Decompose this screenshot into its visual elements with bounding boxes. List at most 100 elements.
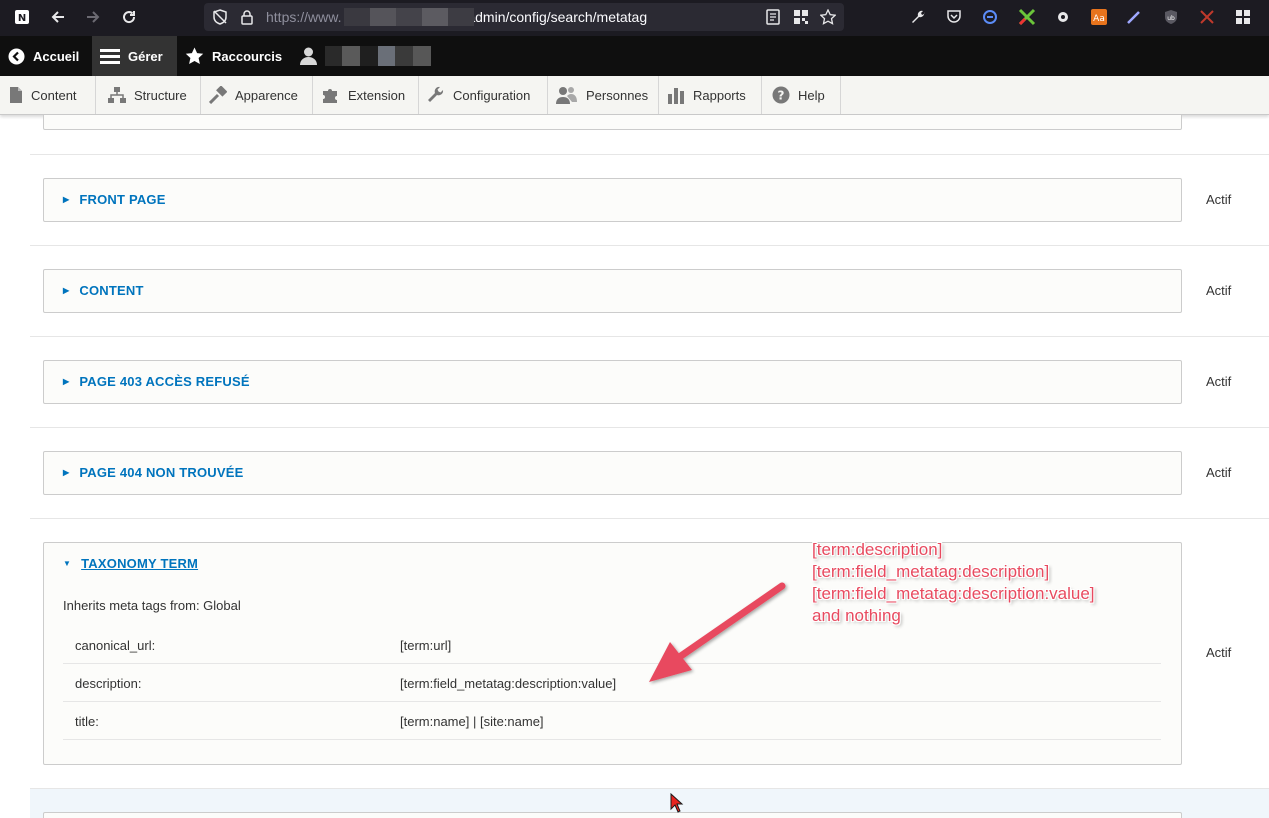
sidebar-icon[interactable]: N	[14, 9, 30, 28]
extension-orange-icon[interactable]: Aa	[1090, 8, 1108, 29]
expand-triangle-icon: ▶	[63, 377, 70, 386]
lock-icon[interactable]	[240, 9, 254, 28]
qr-code-icon[interactable]	[793, 9, 809, 28]
annotation-line: [term:field_metatag:description]	[812, 562, 1050, 581]
toolbar-user[interactable]	[300, 36, 431, 76]
menu-appearance[interactable]: Apparence	[201, 76, 313, 114]
section-page-403-title[interactable]: PAGE 403 ACCÈS REFUSÉ	[79, 374, 249, 389]
menu-structure[interactable]: Structure	[96, 76, 201, 114]
section-taxonomy-term-title[interactable]: TAXONOMY TERM	[81, 556, 198, 571]
annotation-arrow	[649, 582, 786, 682]
inherits-note: Inherits meta tags from: Global	[63, 598, 241, 613]
annotation-line: [term:description]	[812, 540, 943, 559]
hamburger-icon	[100, 48, 120, 64]
user-icon	[300, 47, 317, 65]
menu-people[interactable]: Personnes	[548, 76, 659, 114]
annotation-note: [term:description] [term:field_metatag:d…	[812, 539, 1095, 627]
section-page-403-status: Actif	[1206, 374, 1232, 389]
menu-content[interactable]: Content	[0, 76, 96, 114]
expand-triangle-icon: ▶	[63, 195, 70, 204]
metatag-overview: ▶ FRONT PAGE Actif ▶ CONTENT Actif ▶ PAG…	[0, 115, 1269, 818]
menu-appearance-label: Apparence	[235, 87, 298, 103]
extension-green-icon[interactable]	[1018, 8, 1036, 29]
extension-blue-icon[interactable]	[982, 9, 998, 28]
menu-configuration-label: Configuration	[453, 87, 531, 103]
help-icon: ?	[772, 86, 790, 104]
section-content[interactable]: ▶ CONTENT	[43, 269, 1182, 313]
section-content-summary[interactable]: ▶ CONTENT	[63, 283, 144, 298]
meta-tag-name: title:	[75, 714, 99, 729]
puzzle-icon	[322, 86, 340, 104]
toolbar-manage-label: Gérer	[128, 48, 163, 64]
toolbar-shortcuts-label: Raccourcis	[212, 48, 283, 64]
section-page-403-summary[interactable]: ▶ PAGE 403 ACCÈS REFUSÉ	[63, 374, 250, 389]
gear-extension-icon[interactable]	[1055, 9, 1071, 28]
menu-configuration[interactable]: Configuration	[419, 76, 548, 114]
back-icon[interactable]	[49, 8, 67, 29]
table-row: title: [term:name] | [site:name]	[63, 702, 1161, 740]
toolbar-home[interactable]: Accueil	[8, 36, 79, 76]
toolbar-manage[interactable]: Gérer	[92, 36, 177, 76]
admin-toolbar: Accueil Gérer Raccourcis	[0, 36, 1269, 76]
eyedropper-icon[interactable]	[1126, 9, 1142, 28]
svg-text:Aa: Aa	[1093, 14, 1105, 24]
menu-reports[interactable]: Rapports	[659, 76, 762, 114]
expand-triangle-icon: ▶	[63, 468, 70, 477]
menu-people-label: Personnes	[586, 87, 649, 103]
pocket-icon[interactable]	[946, 9, 962, 28]
menu-structure-label: Structure	[134, 87, 187, 103]
row-divider	[30, 518, 1269, 519]
row-divider	[30, 154, 1269, 155]
section-front-page-title[interactable]: FRONT PAGE	[79, 192, 165, 207]
svg-text:N: N	[18, 13, 26, 24]
mouse-cursor-icon	[670, 793, 684, 813]
section-page-403[interactable]: ▶ PAGE 403 ACCÈS REFUSÉ	[43, 360, 1182, 404]
reload-icon[interactable]	[120, 8, 138, 29]
forward-icon[interactable]	[84, 8, 102, 29]
section-front-page-status: Actif	[1206, 192, 1232, 207]
section-next[interactable]	[43, 812, 1182, 818]
section-taxonomy-term-status: Actif	[1206, 645, 1232, 660]
section-page-404-summary[interactable]: ▶ PAGE 404 NON TROUVÉE	[63, 465, 244, 480]
expand-triangle-icon: ▶	[63, 286, 70, 295]
extension-red-icon[interactable]	[1199, 9, 1215, 28]
menu-help[interactable]: ? Help	[762, 76, 841, 114]
section-content-title[interactable]: CONTENT	[79, 283, 143, 298]
collapse-triangle-icon: ▼	[63, 559, 72, 568]
section-page-404-status: Actif	[1206, 465, 1232, 480]
section-page-404[interactable]: ▶ PAGE 404 NON TROUVÉE	[43, 451, 1182, 495]
url-path: /admin/config/search/metatag	[463, 9, 648, 25]
meta-tag-value: [term:field_metatag:description:value]	[400, 676, 617, 691]
structure-icon	[108, 87, 126, 103]
table-row: description: [term:field_metatag:descrip…	[63, 664, 1161, 702]
section-taxonomy-term-summary[interactable]: ▼ TAXONOMY TERM	[63, 556, 198, 571]
menu-extension[interactable]: Extension	[313, 76, 419, 114]
star-icon	[185, 47, 204, 65]
people-icon	[556, 86, 578, 104]
section-previous[interactable]	[43, 115, 1182, 130]
meta-tag-name: description:	[75, 676, 142, 691]
row-divider	[30, 245, 1269, 246]
menu-help-label: Help	[798, 87, 825, 103]
browser-toolbar: N https://www. /admin/config/search/metat…	[0, 0, 1269, 36]
tracking-protection-icon[interactable]	[212, 9, 228, 28]
section-front-page[interactable]: ▶ FRONT PAGE	[43, 178, 1182, 222]
file-icon	[9, 87, 23, 103]
toolbar-shortcuts[interactable]: Raccourcis	[185, 36, 282, 76]
section-page-404-title[interactable]: PAGE 404 NON TROUVÉE	[79, 465, 243, 480]
redacted-domain	[344, 8, 474, 26]
admin-menu-tray: Content Structure Apparence Extension Co…	[0, 76, 1269, 115]
menu-reports-label: Rapports	[693, 87, 746, 103]
ublock-icon[interactable]: ub	[1163, 9, 1179, 28]
back-circle-icon	[8, 48, 25, 65]
svg-text:?: ?	[778, 89, 785, 103]
section-front-page-summary[interactable]: ▶ FRONT PAGE	[63, 192, 166, 207]
url-bar[interactable]: https://www. /admin/config/search/metatag	[204, 3, 844, 31]
wrench-extension-icon[interactable]	[910, 9, 926, 28]
section-content-status: Actif	[1206, 283, 1232, 298]
reader-view-icon[interactable]	[766, 9, 780, 28]
bar-chart-icon	[667, 86, 685, 104]
extensions-menu-icon[interactable]	[1235, 9, 1251, 28]
bookmark-star-icon[interactable]	[819, 8, 837, 28]
svg-text:ub: ub	[1167, 15, 1175, 22]
